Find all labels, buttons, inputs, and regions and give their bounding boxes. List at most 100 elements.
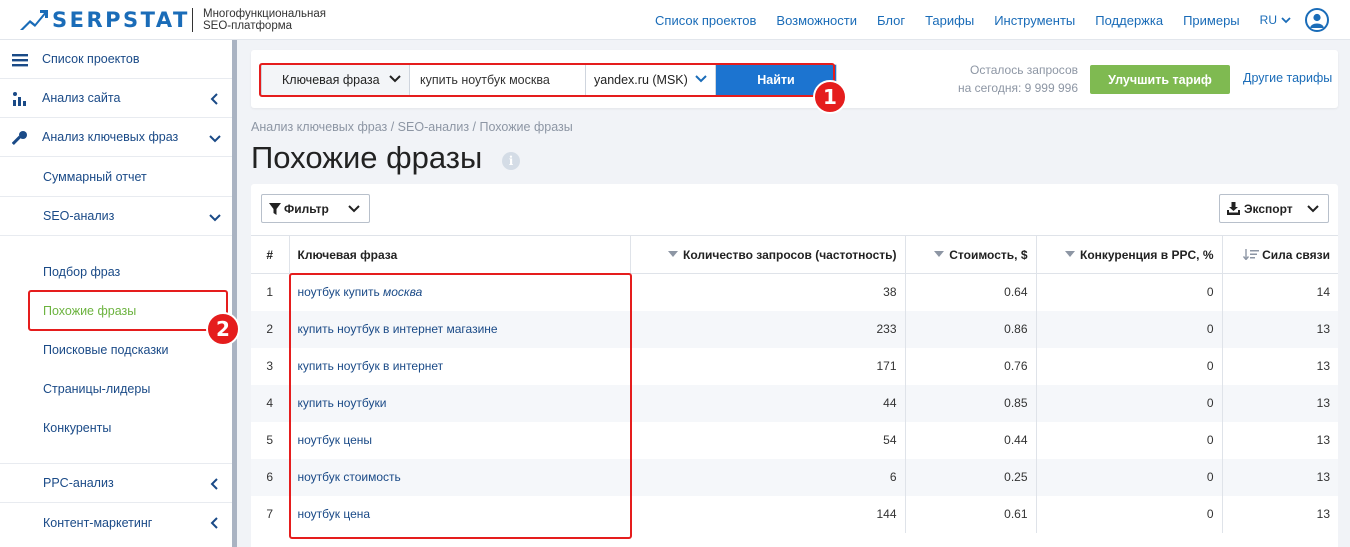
top-header: SERPSTAT Многофункциональная SEO-платфор… <box>0 0 1350 40</box>
language-selector[interactable]: RU <box>1260 13 1291 27</box>
nav-tools[interactable]: Инструменты <box>994 13 1075 28</box>
page-title: Похожие фразы <box>251 140 483 175</box>
nav-pricing[interactable]: Тарифы <box>925 13 974 28</box>
col-header-relevance[interactable]: Сила связи <box>1222 235 1338 274</box>
volume-cell: 44 <box>630 384 906 422</box>
sidebar-item-keyword-selection[interactable]: Подбор фраз <box>0 252 232 291</box>
cost-cell: 0.61 <box>905 495 1037 533</box>
tagline: Многофункциональная SEO-платформа <box>203 8 326 32</box>
row-index: 5 <box>251 421 290 459</box>
language-label: RU <box>1259 13 1277 27</box>
nav-features[interactable]: Возможности <box>776 13 857 28</box>
row-index: 2 <box>251 310 290 348</box>
upgrade-plan-button[interactable]: Улучшить тариф <box>1090 65 1230 94</box>
competition-cell: 0 <box>1036 421 1223 459</box>
filter-label: Фильтр <box>284 201 329 216</box>
filter-button[interactable]: Фильтр <box>261 194 370 223</box>
sidebar-item-label: SEO-анализ <box>43 209 115 223</box>
volume-cell: 144 <box>630 495 906 533</box>
chevron-down-icon <box>1307 205 1319 213</box>
sidebar-item-label: Конкуренты <box>43 420 112 435</box>
annotation-badge-2: 2 <box>206 312 240 346</box>
relevance-cell: 13 <box>1316 359 1330 373</box>
request-quota: Осталось запросов на сегодня: 9 999 996 <box>946 61 1078 97</box>
annotation-box-keywords <box>289 273 632 539</box>
volume-cell: 38 <box>630 273 906 311</box>
relevance-cell: 13 <box>1222 310 1338 348</box>
cost-cell: 0.85 <box>905 384 1037 422</box>
volume-cell: 233 <box>630 310 906 348</box>
chevron-down-icon <box>209 214 221 222</box>
col-header-label: Сила связи <box>1262 247 1330 262</box>
key-icon <box>12 131 27 145</box>
sidebar-item-ppc-analysis[interactable]: PPC-анализ <box>0 464 232 503</box>
sidebar-item-label: Контент-маркетинг <box>43 515 153 530</box>
relevance-cell: 13 <box>1222 458 1338 496</box>
sidebar-scrollbar[interactable] <box>232 40 237 547</box>
nav-blog[interactable]: Блог <box>877 13 905 28</box>
competition-cell: 0 <box>1036 347 1223 385</box>
logo-arrow-icon <box>20 10 48 30</box>
sidebar-item-summary-report[interactable]: Суммарный отчет <box>0 158 232 197</box>
col-header-cost[interactable]: Стоимость, $ <box>905 235 1037 274</box>
sidebar-item-seo-analysis[interactable]: SEO-анализ <box>0 197 232 236</box>
sidebar-item-projects[interactable]: Список проектов <box>0 40 232 79</box>
top-nav: Список проектов Возможности Блог Тарифы … <box>635 0 1350 40</box>
info-icon[interactable]: i <box>502 152 520 170</box>
sidebar-item-label: Страницы-лидеры <box>43 381 151 396</box>
col-header-index[interactable]: # <box>251 235 290 274</box>
logo-divider <box>192 8 193 32</box>
annotation-box-search <box>259 63 835 97</box>
chevron-left-icon <box>210 478 218 490</box>
menu-icon <box>12 54 28 67</box>
other-plans-link[interactable]: Другие тарифы <box>1243 71 1332 85</box>
col-header-competition[interactable]: Конкуренция в PPC, % <box>1036 235 1223 274</box>
user-avatar-icon[interactable] <box>1305 8 1329 32</box>
sidebar-item-site-analysis[interactable]: Анализ сайта <box>0 79 232 118</box>
serpstat-logo[interactable]: SERPSTAT <box>20 8 190 32</box>
sort-arrow-icon <box>934 251 945 258</box>
sort-desc-icon <box>1243 248 1260 260</box>
cost-cell: 0.86 <box>905 310 1037 348</box>
nav-projects[interactable]: Список проектов <box>655 13 756 28</box>
relevance-cell: 13 <box>1222 384 1338 422</box>
col-header-keyword[interactable]: Ключевая фраза <box>289 235 631 274</box>
sidebar-item-label: Анализ сайта <box>42 91 121 105</box>
sidebar-item-label: PPC-анализ <box>43 476 114 490</box>
nav-examples[interactable]: Примеры <box>1183 13 1240 28</box>
competition-cell: 0 <box>1036 273 1223 311</box>
row-index: 6 <box>251 458 290 496</box>
sidebar-item-content-marketing[interactable]: Контент-маркетинг <box>0 503 232 542</box>
chart-icon <box>13 92 26 106</box>
volume-cell: 171 <box>630 347 906 385</box>
relevance-cell: 13 <box>1316 433 1330 447</box>
row-index: 4 <box>251 384 290 422</box>
chevron-down-icon <box>209 135 221 143</box>
chevron-down-icon <box>348 205 360 213</box>
export-button[interactable]: Экспорт <box>1219 194 1329 223</box>
sidebar-item-label: Анализ ключевых фраз <box>42 130 179 144</box>
chevron-left-icon <box>210 517 218 529</box>
sidebar-item-competitors[interactable]: Конкуренты <box>0 408 232 447</box>
sidebar-item-keyword-analysis[interactable]: Анализ ключевых фраз <box>0 118 232 157</box>
col-header-volume[interactable]: Количество запросов (частотность) <box>630 235 906 274</box>
filter-icon <box>269 202 281 215</box>
export-label: Экспорт <box>1244 201 1293 216</box>
sidebar-item-search-suggestions[interactable]: Поисковые подсказки <box>0 330 232 369</box>
nav-support[interactable]: Поддержка <box>1095 13 1163 28</box>
tagline-line1: Многофункциональная <box>203 8 326 20</box>
download-icon <box>1227 202 1240 215</box>
sort-arrow-icon <box>1065 251 1075 258</box>
breadcrumb[interactable]: Анализ ключевых фраз / SEO-анализ / Похо… <box>251 120 573 134</box>
quota-line1: Осталось запросов <box>970 63 1078 77</box>
volume-cell: 6 <box>630 458 906 496</box>
sidebar-item-label: Суммарный отчет <box>43 170 147 184</box>
competition-cell: 0 <box>1036 495 1223 533</box>
col-header-label: Конкуренция в PPC, % <box>1080 247 1214 262</box>
competition-cell: 0 <box>1036 384 1223 422</box>
brand-name: SERPSTAT <box>52 8 190 32</box>
table-header-row: # Ключевая фраза Количество запросов (ча… <box>251 235 1338 274</box>
cost-cell: 0.25 <box>905 458 1037 496</box>
sidebar-item-top-pages[interactable]: Страницы-лидеры <box>0 369 232 408</box>
cost-cell: 0.64 <box>905 273 1037 311</box>
